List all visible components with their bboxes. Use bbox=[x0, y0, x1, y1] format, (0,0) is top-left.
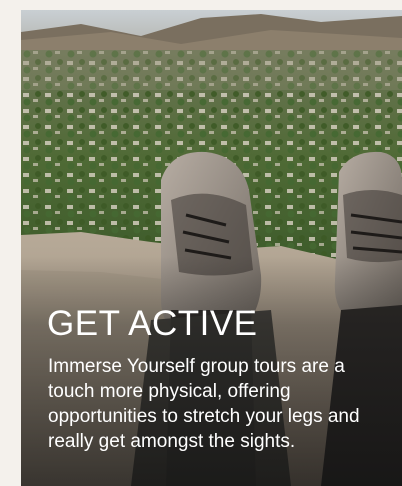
card-description: Immerse Yourself group tours are a touch… bbox=[48, 356, 360, 452]
promo-card[interactable]: GET ACTIVE Immerse Yourself group tours … bbox=[21, 10, 402, 486]
card-title: GET ACTIVE bbox=[47, 304, 258, 343]
